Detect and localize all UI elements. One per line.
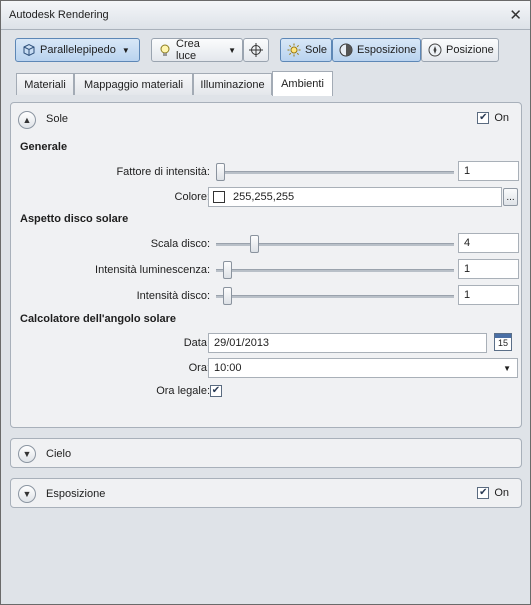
slider-track [216,171,454,174]
chevron-down-icon: ▼ [121,45,130,55]
create-light-button-label: Crea luce [176,38,200,62]
daylight-saving-label: Ora legale: [156,385,210,397]
chevron-down-icon: ▼ [503,364,511,373]
color-value: 255,255,255 [233,191,295,203]
crosshair-icon [249,43,263,57]
autodesk-rendering-window: Autodesk Rendering ✕ Parallelepipedo ▼ C… [0,0,531,605]
cube-icon [22,43,36,57]
slider-thumb[interactable] [216,163,225,181]
color-label: Colore: [174,191,210,203]
chevron-down-icon: ▼ [228,45,236,55]
general-heading: Generale [20,141,68,153]
glow-intensity-input[interactable]: 1 [458,259,519,279]
intensity-input[interactable]: 1 [458,161,519,181]
disk-intensity-label: Intensità disco: [136,290,210,302]
target-locate-button[interactable] [243,38,269,62]
tab-illuminazione[interactable]: Illuminazione [193,73,272,95]
sun-on-label: On [494,112,509,124]
chevron-down-icon[interactable]: ▼ [18,485,36,503]
slider-track [216,269,454,272]
exposure-panel: ▼ Esposizione ✔ On [10,478,522,508]
sun-on-toggle[interactable]: ✔ On [477,112,509,124]
time-select[interactable]: 10:00 ▼ [208,358,518,378]
sun-on-checkbox[interactable]: ✔ [477,112,490,124]
sun-icon [287,43,301,57]
exposure-panel-header[interactable]: ▼ Esposizione ✔ On [11,479,521,509]
sun-button-label: Sole [305,44,328,56]
slider-thumb[interactable] [250,235,259,253]
exposure-icon [339,43,353,57]
disk-scale-label: Scala disco: [150,238,210,250]
position-button[interactable]: Posizione [421,38,499,62]
sun-panel: ▲ Sole ✔ On Generale Fattore di intensit… [10,102,522,428]
slider-thumb[interactable] [223,287,232,305]
sun-panel-title: Sole [46,113,69,125]
exposure-on-label: On [494,487,509,499]
color-field[interactable]: 255,255,255 [208,187,502,207]
slider-thumb[interactable] [223,261,232,279]
disk-intensity-input[interactable]: 1 [458,285,519,305]
tab-mappaggio-materiali[interactable]: Mappaggio materiali [74,73,193,95]
exposure-panel-title: Esposizione [46,488,106,500]
slider-track [216,295,454,298]
color-picker-button[interactable]: ... [503,188,518,206]
tab-ambienti[interactable]: Ambienti [272,71,333,96]
time-value: 10:00 [214,362,242,374]
disk-scale-input[interactable]: 4 [458,233,519,253]
chevron-up-icon[interactable]: ▲ [18,111,36,129]
title-bar[interactable]: Autodesk Rendering ✕ [1,1,530,30]
disk-intensity-slider[interactable] [216,287,454,305]
tab-content: ▲ Sole ✔ On Generale Fattore di intensit… [1,96,530,604]
exposure-on-checkbox[interactable]: ✔ [477,487,490,499]
shape-button-label: Parallelepipedo [40,44,116,56]
time-label: Ora: [188,362,210,374]
calendar-icon[interactable]: 15 [494,333,512,351]
shape-dropdown-button[interactable]: Parallelepipedo ▼ [15,38,140,62]
exposure-button-label: Esposizione [357,44,417,56]
close-icon[interactable]: ✕ [509,6,522,24]
exposure-button[interactable]: Esposizione [332,38,421,62]
chevron-down-icon[interactable]: ▼ [18,445,36,463]
exposure-on-toggle[interactable]: ✔ On [477,487,509,499]
glow-intensity-slider[interactable] [216,261,454,279]
date-input[interactable]: 29/01/2013 [208,333,487,353]
sun-panel-header[interactable]: ▲ Sole ✔ On [11,103,521,135]
sun-disk-heading: Aspetto disco solare [20,213,129,225]
glow-intensity-label: Intensità luminescenza: [95,264,210,276]
tab-materiali[interactable]: Materiali [16,73,74,95]
sun-toggle-button[interactable]: Sole [280,38,332,62]
date-label: Data: [183,337,210,349]
sun-angle-heading: Calcolatore dell'angolo solare [20,313,177,325]
calendar-day: 15 [497,338,508,348]
disk-scale-slider[interactable] [216,235,454,253]
position-button-label: Posizione [446,44,494,56]
color-swatch [213,191,225,203]
compass-icon [428,43,442,57]
daylight-saving-checkbox[interactable]: ✔ [210,385,222,397]
sky-panel: ▼ Cielo [10,438,522,468]
window-title: Autodesk Rendering [9,9,109,21]
intensity-slider[interactable] [216,163,454,181]
sky-panel-header[interactable]: ▼ Cielo [11,439,521,469]
create-light-dropdown-button[interactable]: Crea luce ▼ [151,38,243,62]
light-bulb-icon [158,43,172,57]
sky-panel-title: Cielo [46,448,72,460]
intensity-label: Fattore di intensità: [116,166,210,178]
